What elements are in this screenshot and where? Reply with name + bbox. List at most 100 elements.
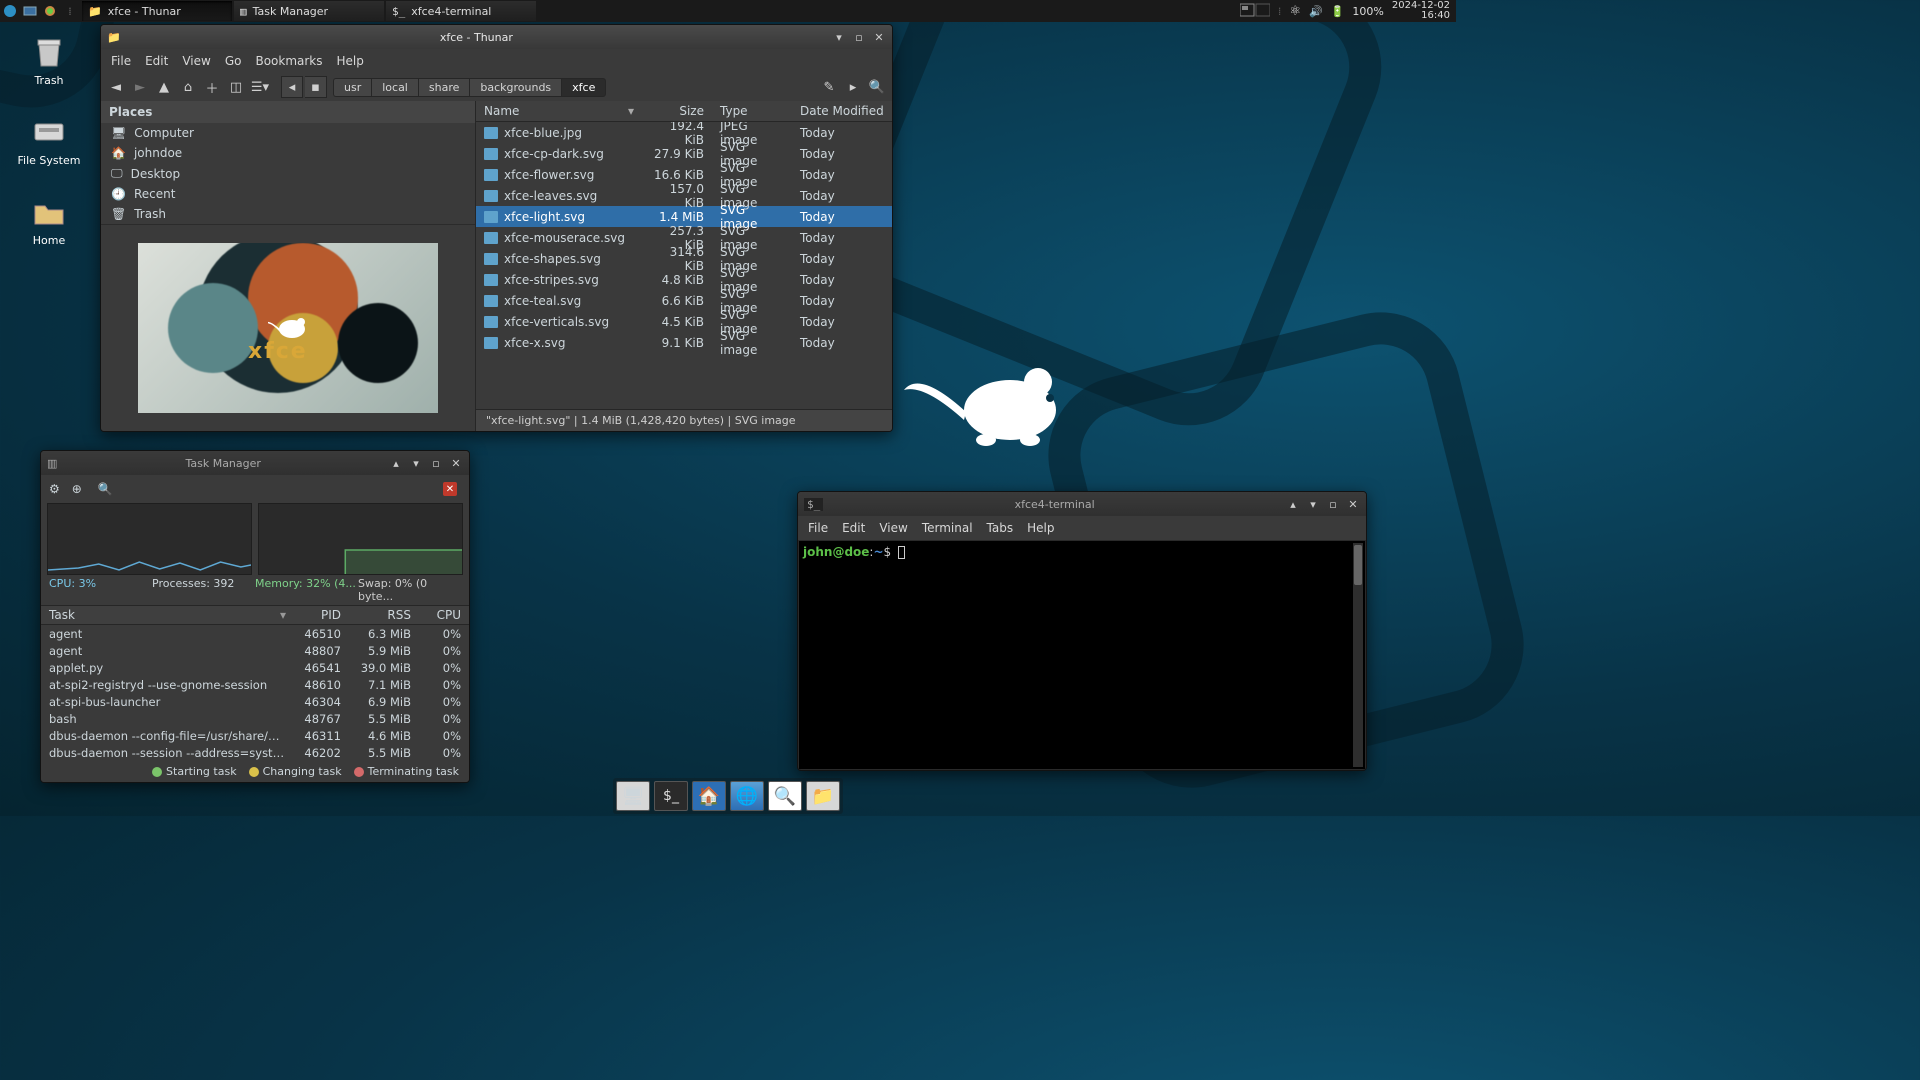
process-row[interactable]: applet.py4654139.0 MiB0% [41,659,469,676]
process-row[interactable]: agent488075.9 MiB0% [41,642,469,659]
process-row[interactable]: at-spi2-registryd --use-gnome-session486… [41,676,469,693]
taskbar-item[interactable]: 📁xfce - Thunar [82,1,232,21]
column-type[interactable]: Type [712,101,792,121]
terminal-scrollbar[interactable] [1353,543,1363,767]
taskmgr-titlebar[interactable]: ▥ Task Manager ▴ ▾ ▫ ✕ [41,451,469,475]
panel-app2-icon[interactable] [42,3,58,19]
process-row[interactable]: dbus-daemon --config-file=/usr/share/def… [41,727,469,744]
col-rss[interactable]: RSS [349,606,419,624]
col-pid[interactable]: PID [294,606,349,624]
toggle-split-button[interactable]: ◫ [225,76,247,98]
places-item-trash[interactable]: 🗑Trash [101,204,475,224]
minimize-button[interactable]: ▾ [832,30,846,44]
path-back-button[interactable]: ◂ [281,76,303,98]
whisker-menu-icon[interactable] [2,3,18,19]
dock-terminal[interactable]: $_ [654,781,688,811]
file-row[interactable]: xfce-cp-dark.svg27.9 KiBSVG imageToday [476,143,892,164]
menu-go[interactable]: Go [225,54,242,68]
network-icon[interactable]: ⚛ [1289,4,1301,19]
clear-search-button[interactable]: ✕ [443,482,457,496]
view-options-button[interactable]: ☰▾ [249,76,271,98]
shade-button[interactable]: ▴ [389,456,403,470]
column-name[interactable]: Name ▾ [476,101,642,121]
maximize-button[interactable]: ▫ [429,456,443,470]
process-row[interactable]: dbus-daemon --session --address=systemd:… [41,744,469,760]
close-button[interactable]: ✕ [1346,497,1360,511]
file-row[interactable]: xfce-blue.jpg192.4 KiBJPEG imageToday [476,122,892,143]
search-button[interactable]: 🔍 [866,76,888,98]
terminal-body[interactable]: john@doe:~$ [798,540,1366,770]
process-row[interactable]: bash487675.5 MiB0% [41,710,469,727]
dock-desktop[interactable]: 🖥 [616,781,650,811]
forward-button[interactable]: ► [129,76,151,98]
process-row[interactable]: agent465106.3 MiB0% [41,625,469,642]
close-button[interactable]: ✕ [449,456,463,470]
maximize-button[interactable]: ▫ [1326,497,1340,511]
process-list[interactable]: agent465106.3 MiB0%agent488075.9 MiB0%ap… [41,625,469,760]
menu-file[interactable]: File [111,54,131,68]
new-tab-button[interactable]: ＋ [201,76,223,98]
minimize-button[interactable]: ▾ [409,456,423,470]
path-segment[interactable]: local [371,78,418,97]
menu-help[interactable]: Help [1027,521,1054,535]
file-row[interactable]: xfce-x.svg9.1 KiBSVG imageToday [476,332,892,353]
target-button[interactable]: ⊕ [72,482,82,496]
dock-web[interactable]: 🌐 [730,781,764,811]
places-item-computer[interactable]: 🖥Computer [101,123,475,143]
menu-terminal[interactable]: Terminal [922,521,973,535]
settings-button[interactable]: ⚙ [49,482,60,496]
dock-search[interactable]: 🔍 [768,781,802,811]
menu-help[interactable]: Help [337,54,364,68]
places-item-home[interactable]: 🏠johndoe [101,143,475,163]
volume-icon[interactable]: 🔊 [1309,5,1323,18]
terminal-titlebar[interactable]: $_ xfce4-terminal ▴ ▾ ▫ ✕ [798,492,1366,516]
home-button[interactable]: ⌂ [177,76,199,98]
search-box[interactable]: 🔍 ✕ [94,482,461,496]
file-list[interactable]: xfce-blue.jpg192.4 KiBJPEG imageTodayxfc… [476,122,892,409]
shade-button[interactable]: ▴ [1286,497,1300,511]
places-item-recent[interactable]: 🕘Recent [101,184,475,204]
places-item-desktop[interactable]: 🖵Desktop [101,163,475,184]
panel-app1-icon[interactable] [22,3,38,19]
file-row[interactable]: xfce-leaves.svg157.0 KiBSVG imageToday [476,185,892,206]
dock-folder[interactable]: 📁 [806,781,840,811]
taskbar-item[interactable]: $_xfce4-terminal [386,1,536,21]
col-cpu[interactable]: CPU [419,606,469,624]
workspace-switcher[interactable] [1240,2,1270,21]
menu-view[interactable]: View [879,521,907,535]
path-segment[interactable]: share [418,78,470,97]
taskbar-item[interactable]: ▥Task Manager [234,1,384,21]
edit-path-button[interactable]: ✎ [818,76,840,98]
path-forward-button[interactable]: ▸ [842,76,864,98]
desktop-icon-folder[interactable]: Home [10,192,88,247]
file-row[interactable]: xfce-verticals.svg4.5 KiBSVG imageToday [476,311,892,332]
up-button[interactable]: ▲ [153,76,175,98]
back-button[interactable]: ◄ [105,76,127,98]
search-input[interactable] [119,482,437,496]
file-row[interactable]: xfce-shapes.svg314.6 KiBSVG imageToday [476,248,892,269]
path-segment[interactable]: usr [333,78,371,97]
column-date[interactable]: Date Modified [792,101,892,121]
col-task[interactable]: Task ▾ [41,606,294,624]
clock[interactable]: 2024-12-02 16:40 [1392,1,1450,21]
path-segment[interactable]: backgrounds [469,78,561,97]
battery-icon[interactable]: 🔋 [1331,5,1345,18]
minimize-button[interactable]: ▾ [1306,497,1320,511]
menu-view[interactable]: View [182,54,210,68]
menu-edit[interactable]: Edit [842,521,865,535]
column-size[interactable]: Size [642,101,712,121]
menu-edit[interactable]: Edit [145,54,168,68]
menu-tabs[interactable]: Tabs [987,521,1014,535]
menu-file[interactable]: File [808,521,828,535]
dock-files[interactable]: 🏠 [692,781,726,811]
menu-bookmarks[interactable]: Bookmarks [255,54,322,68]
path-root-button[interactable]: ▪ [305,76,327,98]
maximize-button[interactable]: ▫ [852,30,866,44]
desktop-icon-disk[interactable]: File System [10,112,88,167]
file-row[interactable]: xfce-stripes.svg4.8 KiBSVG imageToday [476,269,892,290]
file-row[interactable]: xfce-teal.svg6.6 KiBSVG imageToday [476,290,892,311]
close-button[interactable]: ✕ [872,30,886,44]
thunar-titlebar[interactable]: 📁 xfce - Thunar ▾ ▫ ✕ [101,25,892,49]
path-segment[interactable]: xfce [561,78,606,97]
process-row[interactable]: at-spi-bus-launcher463046.9 MiB0% [41,693,469,710]
